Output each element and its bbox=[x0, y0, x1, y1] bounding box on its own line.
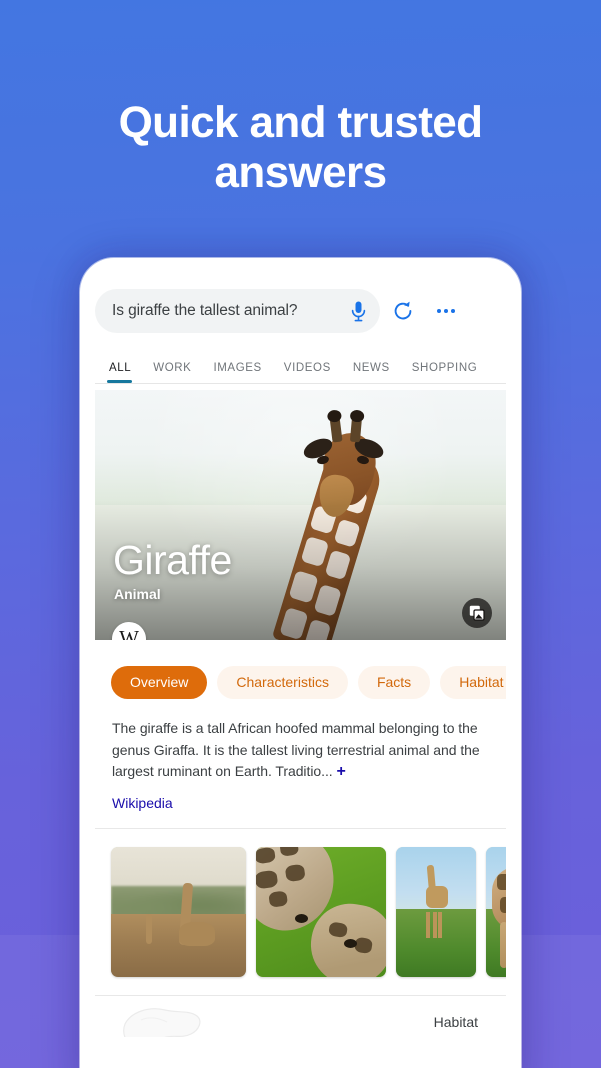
gallery-expand-icon[interactable] bbox=[462, 598, 492, 628]
promo-screenshot: Quick and trusted answers Is giraffe the… bbox=[0, 0, 601, 1068]
tab-all[interactable]: ALL bbox=[97, 362, 142, 383]
chip-characteristics[interactable]: Characteristics bbox=[217, 666, 348, 699]
result-content: Giraffe Animal W Overview Characteristic… bbox=[95, 390, 506, 1037]
search-bar: Is giraffe the tallest animal? bbox=[95, 276, 506, 346]
chip-overview[interactable]: Overview bbox=[111, 666, 208, 699]
headline-line-2: answers bbox=[214, 148, 388, 197]
hero-subtitle: Animal bbox=[114, 586, 161, 602]
search-query-text: Is giraffe the tallest animal? bbox=[112, 302, 298, 319]
tab-work[interactable]: WORK bbox=[142, 362, 202, 383]
phone-screen: Is giraffe the tallest animal? ALL WORK … bbox=[95, 276, 506, 1068]
hero-image-card[interactable]: Giraffe Animal W bbox=[95, 390, 506, 640]
habitat-label: Habitat bbox=[433, 1013, 478, 1030]
source-link[interactable]: Wikipedia bbox=[95, 783, 506, 811]
hero-title: Giraffe bbox=[113, 537, 232, 583]
tab-news[interactable]: NEWS bbox=[342, 362, 401, 383]
page-title: Quick and trusted answers bbox=[0, 98, 601, 198]
dot-3 bbox=[451, 309, 455, 313]
tab-bar: ALL WORK IMAGES VIDEOS NEWS SHOPPING bbox=[95, 346, 506, 384]
chip-habitat[interactable]: Habitat bbox=[440, 666, 506, 699]
headline-line-1: Quick and trusted bbox=[118, 98, 483, 147]
thumbnail-giraffes-in-savanna[interactable] bbox=[111, 846, 246, 977]
description-text: The giraffe is a tall African hoofed mam… bbox=[112, 720, 480, 779]
dot-2 bbox=[444, 309, 448, 313]
phone-frame: Is giraffe the tallest animal? ALL WORK … bbox=[80, 258, 521, 1068]
africa-map-outline bbox=[123, 1007, 201, 1037]
more-options-icon[interactable] bbox=[426, 289, 466, 333]
expand-description-button[interactable]: + bbox=[337, 763, 346, 780]
thumbnail-giraffe-close-up-body[interactable] bbox=[486, 846, 506, 977]
refresh-icon[interactable] bbox=[380, 289, 426, 333]
search-input[interactable]: Is giraffe the tallest animal? bbox=[95, 289, 380, 333]
dot-1 bbox=[437, 309, 441, 313]
thumbnail-giraffe-standing-by-river[interactable] bbox=[396, 846, 476, 977]
tab-images[interactable]: IMAGES bbox=[202, 362, 272, 383]
habitat-card[interactable]: Habitat bbox=[95, 994, 506, 1037]
microphone-icon[interactable] bbox=[342, 295, 374, 327]
description-block: The giraffe is a tall African hoofed mam… bbox=[95, 699, 506, 783]
thumbnail-giraffe-mother-and-calf[interactable] bbox=[256, 846, 386, 977]
category-chips: Overview Characteristics Facts Habitat bbox=[95, 640, 506, 699]
wikipedia-w-glyph: W bbox=[119, 626, 139, 641]
tab-shopping[interactable]: SHOPPING bbox=[401, 362, 489, 383]
chip-facts[interactable]: Facts bbox=[357, 666, 431, 699]
giraffe-ossicone-left bbox=[329, 415, 343, 443]
image-carousel bbox=[95, 829, 506, 995]
tab-videos[interactable]: VIDEOS bbox=[273, 362, 342, 383]
